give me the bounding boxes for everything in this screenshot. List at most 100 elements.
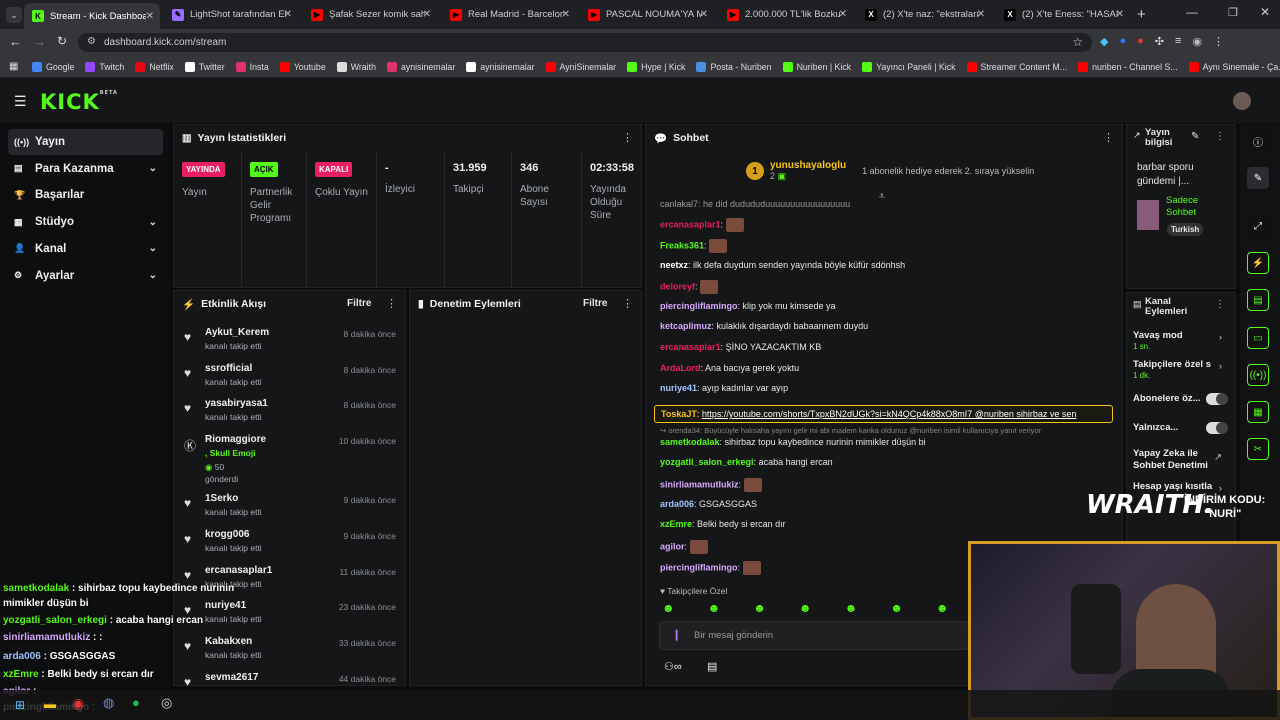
bookmark-item[interactable]: Yayıncı Paneli | Kick	[862, 61, 956, 72]
emote-icon[interactable]: ☻	[662, 601, 675, 615]
extension-shield-icon[interactable]: ◆	[1100, 35, 1108, 48]
tab-close-icon[interactable]: ✕	[284, 9, 292, 20]
moderation-menu-button[interactable]: ⋮	[622, 297, 633, 310]
minimize-button[interactable]: —	[1186, 5, 1198, 19]
chat-username[interactable]: ercanasaplar1	[660, 219, 721, 229]
tab-close-icon[interactable]: ✕	[146, 11, 154, 22]
activity-filter-button[interactable]: Filtre	[347, 298, 371, 309]
sidebar-item[interactable]: ⚙ Ayarlar ⌄	[8, 263, 163, 289]
activity-username[interactable]: sevma2617	[205, 672, 258, 683]
reload-icon[interactable]: ↻	[57, 34, 67, 48]
chevron-down-icon[interactable]: ⌄	[149, 243, 157, 254]
activity-username[interactable]: Aykut_Kerem	[205, 327, 269, 338]
browser-tab[interactable]: X (2) X'te Eness: "HASAN Y✕	[996, 4, 1130, 25]
back-icon[interactable]: ←	[9, 34, 22, 49]
toggle-switch[interactable]	[1206, 393, 1228, 405]
tab-close-icon[interactable]: ✕	[562, 9, 570, 20]
tab-close-icon[interactable]: ✕	[977, 9, 985, 20]
chevron-right-icon[interactable]: ›	[1219, 361, 1222, 372]
emote-icon[interactable]: ☻	[845, 601, 858, 615]
chat-username[interactable]: agilor	[660, 541, 685, 551]
windows-start-icon[interactable]: ⊞	[15, 698, 25, 712]
spotify-icon[interactable]: ●	[132, 695, 140, 710]
hamburger-menu-icon[interactable]: ☰	[14, 93, 27, 110]
reading-list-icon[interactable]: ≡	[1175, 35, 1181, 48]
chat-username[interactable]: piercingliflamingo	[660, 301, 738, 311]
toggle-switch[interactable]	[1206, 422, 1228, 434]
bookmark-item[interactable]: aynisinemalar	[466, 61, 535, 72]
chat-username[interactable]: ArdaLord	[660, 363, 701, 373]
chrome-taskbar-icon[interactable]: ◉	[72, 695, 84, 712]
bookmark-item[interactable]: aynisinemalar	[386, 61, 455, 72]
browser-tab[interactable]: K Stream - Kick Dashboard ✕	[24, 3, 160, 29]
channel-action-item[interactable]: Yapay Zeka ile Sohbet Denetimi ↗	[1133, 448, 1228, 472]
chat-menu-button[interactable]: ⋮	[1103, 131, 1114, 144]
document-icon[interactable]: ▤	[1247, 289, 1269, 311]
chat-username[interactable]: piercingliflamingo	[660, 562, 738, 572]
edit-info-icon[interactable]: ✎	[1191, 131, 1199, 142]
tab-search-button[interactable]: ⌄	[6, 7, 22, 23]
channel-action-item[interactable]: Takipçilere özel s1 dk. ›	[1133, 359, 1228, 380]
bookmark-item[interactable]: Google	[32, 61, 74, 72]
activity-username[interactable]: Kabakxen	[205, 636, 252, 647]
channel-action-item[interactable]: Yalnızca...	[1133, 422, 1228, 434]
sidebar-item[interactable]: 🏆 Başarılar	[8, 182, 163, 208]
chat-store-icon[interactable]: ▤	[707, 660, 717, 673]
channel-actions-menu-button[interactable]: ⋮	[1215, 299, 1225, 310]
activity-username[interactable]: ercanasaplar1	[205, 565, 272, 576]
chat-username[interactable]: ketcaplimuz	[660, 321, 712, 331]
bookmark-item[interactable]: Netflix	[135, 61, 174, 72]
chat-username[interactable]: neetxz	[660, 260, 688, 270]
stats-menu-button[interactable]: ⋮	[622, 131, 633, 144]
close-window-button[interactable]: ✕	[1260, 5, 1270, 19]
browser-tab[interactable]: ▶ 2.000.000 TL'lik Bozkurt ✕	[719, 4, 853, 25]
bookmark-item[interactable]: Hype | Kick	[627, 61, 685, 72]
kick-logo[interactable]: KICKBETA	[40, 90, 118, 114]
emote-icon[interactable]: ☻	[708, 601, 721, 615]
apps-grid-icon[interactable]: ▦	[9, 61, 18, 72]
maximize-button[interactable]: ❐	[1228, 6, 1238, 19]
tab-close-icon[interactable]: ✕	[839, 9, 847, 20]
wrench-icon[interactable]: ✂	[1247, 438, 1269, 460]
bookmark-item[interactable]: Aynı Sinemale - Ça...	[1188, 61, 1280, 72]
chevron-right-icon[interactable]: ›	[1219, 332, 1222, 343]
activity-username[interactable]: 1Serko	[205, 493, 238, 504]
chat-link[interactable]: https://youtube.com/shorts/TxpxBN2dUGk?s…	[702, 409, 1077, 419]
sidebar-item[interactable]: ((•)) Yayın	[8, 129, 163, 155]
chat-username[interactable]: sametkodalak	[660, 437, 720, 447]
chat-username[interactable]: Freaks361	[660, 240, 704, 250]
sidebar-item[interactable]: ▤ Para Kazanma ⌄	[8, 156, 163, 182]
bookmark-item[interactable]: Youtube	[279, 61, 326, 72]
chevron-down-icon[interactable]: ⌄	[149, 217, 157, 228]
tab-close-icon[interactable]: ✕	[1116, 9, 1124, 20]
fullscreen-icon[interactable]: ⤢	[1247, 215, 1269, 237]
user-avatar[interactable]	[1233, 92, 1251, 110]
extensions-puzzle-icon[interactable]: ✣	[1155, 35, 1164, 48]
chat-username[interactable]: ercanasaplar1	[660, 342, 721, 352]
activity-username[interactable]: Riomaggiore	[205, 434, 266, 445]
emote-icon[interactable]: ☻	[890, 601, 903, 615]
pencil-icon[interactable]: ✎	[1247, 167, 1269, 189]
forward-icon[interactable]: →	[33, 34, 46, 49]
bookmark-item[interactable]: Nuriben | Kick	[782, 61, 851, 72]
moderation-filter-button[interactable]: Filtre	[583, 298, 607, 309]
bookmark-item[interactable]: Twitter	[184, 61, 225, 72]
bookmark-item[interactable]: Wraith	[336, 61, 376, 72]
app-icon[interactable]: ◎	[161, 695, 172, 711]
browser-tab[interactable]: ▶ Şafak Sezer komik sah ✕	[303, 4, 437, 25]
bookmark-star-icon[interactable]: ☆	[1072, 35, 1083, 49]
bookmark-item[interactable]: Twitch	[85, 61, 124, 72]
bookmark-item[interactable]: Posta - Nuriben	[696, 61, 772, 72]
site-info-icon[interactable]: ⚙	[87, 36, 96, 47]
broadcast-icon[interactable]: ((•))	[1247, 364, 1269, 386]
chevron-down-icon[interactable]: ⌄	[149, 163, 157, 174]
info-circle-icon[interactable]: ⓘ	[1247, 130, 1269, 152]
bolt-icon[interactable]: ⚡	[1247, 252, 1269, 274]
chevron-right-icon[interactable]: ›	[1219, 483, 1222, 494]
bookmark-item[interactable]: Insta	[235, 61, 269, 72]
chat-username[interactable]: sinirliamamutlukiz	[660, 479, 739, 489]
tab-close-icon[interactable]: ✕	[700, 9, 708, 20]
browser-tab[interactable]: ▶ Real Madrid - Barcelona ✕	[442, 4, 576, 25]
pinned-username[interactable]: yunushayaloglu	[770, 160, 846, 171]
browser-tab[interactable]: ✎ LightShot tarafından Ekra✕	[164, 4, 298, 25]
